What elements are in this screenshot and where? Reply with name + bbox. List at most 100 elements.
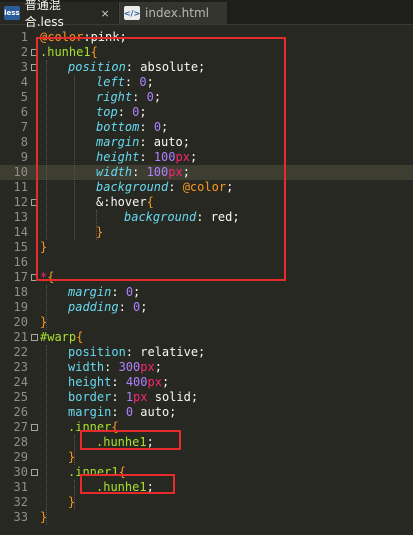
- code-line[interactable]: 11 background: @color;: [0, 180, 413, 195]
- code-token: right: [96, 90, 133, 104]
- code-line[interactable]: 2 .hunhe1{: [0, 45, 413, 60]
- fold-toggle-icon[interactable]: [30, 49, 38, 56]
- code-line[interactable]: 32}: [0, 495, 413, 510]
- code-token: ;: [140, 300, 148, 314]
- code-line[interactable]: 16: [0, 255, 413, 270]
- line-code: *{: [40, 270, 54, 285]
- line-code: .inner{: [40, 420, 119, 435]
- line-number: 17: [13, 270, 28, 284]
- code-token: : red;: [196, 210, 240, 224]
- code-line[interactable]: 9 height: 100px;: [0, 150, 413, 165]
- fold-gutter: [28, 274, 40, 281]
- code-line[interactable]: 6 top: 0;: [0, 105, 413, 120]
- line-code: border: 1px solid;: [40, 390, 198, 405]
- fold-toggle-icon[interactable]: [30, 424, 38, 431]
- code-line[interactable]: 33}: [0, 510, 413, 525]
- code-token: {: [146, 195, 154, 209]
- code-line[interactable]: 14}: [0, 225, 413, 240]
- code-line[interactable]: 28 .hunhe1;: [0, 435, 413, 450]
- code-line[interactable]: 24 height: 400px;: [0, 375, 413, 390]
- line-code: width: 100px;: [40, 165, 190, 180]
- code-line[interactable]: 19 padding: 0;: [0, 300, 413, 315]
- line-number: 16: [13, 255, 28, 269]
- code-line[interactable]: 22 position: relative;: [0, 345, 413, 360]
- line-number: 24: [13, 375, 28, 389]
- code-token: position: [68, 345, 126, 359]
- code-line[interactable]: 21 #warp{: [0, 330, 413, 345]
- code-token: .hunhe1: [96, 435, 147, 449]
- line-number: 25: [13, 390, 28, 404]
- code-line[interactable]: 20}: [0, 315, 413, 330]
- tab-index-html[interactable]: </> index.html: [119, 2, 227, 24]
- code-line[interactable]: 3 position: absolute;: [0, 60, 413, 75]
- code-token: bottom: [96, 120, 140, 134]
- code-editor[interactable]: 1 @color:pink; 2 .hunhe1{3 position: absolut…: [0, 26, 413, 535]
- fold-toggle-icon[interactable]: [30, 469, 38, 476]
- code-line[interactable]: 13 background: red;: [0, 210, 413, 225]
- code-line[interactable]: 8 margin: auto;: [0, 135, 413, 150]
- tab-less-file[interactable]: less 普通混合.less ×: [0, 0, 118, 29]
- code-line[interactable]: 17 *{: [0, 270, 413, 285]
- code-token: : auto;: [139, 135, 190, 149]
- close-icon[interactable]: ×: [98, 6, 112, 20]
- code-line[interactable]: 10 width: 100px;: [0, 165, 413, 180]
- line-code: position: relative;: [40, 345, 205, 360]
- code-token: margin: [68, 405, 112, 419]
- code-token: :: [111, 285, 126, 299]
- line-code: #warp{: [40, 330, 83, 345]
- code-token: width: [96, 165, 133, 179]
- line-number: 1: [20, 30, 28, 44]
- code-line[interactable]: 29}: [0, 450, 413, 465]
- line-number: 11: [13, 180, 28, 194]
- code-token: :: [132, 165, 147, 179]
- line-code: .inner1{: [40, 465, 126, 480]
- code-line[interactable]: 7 bottom: 0;: [0, 120, 413, 135]
- line-code: bottom: 0;: [40, 120, 168, 135]
- tab-bar: less 普通混合.less × </> index.html: [0, 0, 413, 29]
- code-token: {: [90, 45, 98, 59]
- line-number: 12: [13, 195, 28, 209]
- indent-guide: [74, 435, 75, 465]
- code-line[interactable]: 1 @color:pink;: [0, 30, 413, 45]
- line-code: padding: 0;: [40, 300, 148, 315]
- fold-toggle-icon[interactable]: [30, 334, 38, 341]
- code-line[interactable]: 27 .inner{: [0, 420, 413, 435]
- code-line[interactable]: 30 .inner1{: [0, 465, 413, 480]
- line-number: 19: [13, 300, 28, 314]
- code-token: padding: [68, 300, 119, 314]
- line-code: position: absolute;: [40, 60, 205, 75]
- line-number: 2: [20, 45, 28, 59]
- fold-toggle-icon[interactable]: [30, 64, 38, 71]
- code-token: :: [139, 120, 154, 134]
- fold-toggle-icon[interactable]: [30, 199, 38, 206]
- code-line[interactable]: 25 border: 1px solid;: [0, 390, 413, 405]
- code-token: :: [168, 180, 183, 194]
- code-line[interactable]: 4 left: 0;: [0, 75, 413, 90]
- line-number: 9: [20, 150, 28, 164]
- code-line[interactable]: 12 &:hover{: [0, 195, 413, 210]
- code-token: :: [132, 90, 147, 104]
- code-token: border: [68, 390, 112, 404]
- line-code: margin: 0;: [40, 285, 140, 300]
- code-token: : relative;: [125, 345, 206, 359]
- code-line[interactable]: 18 margin: 0;: [0, 285, 413, 300]
- fold-toggle-icon[interactable]: [30, 274, 38, 281]
- code-token: :: [124, 75, 140, 89]
- code-token: left: [96, 75, 125, 89]
- code-line[interactable]: 15}: [0, 240, 413, 255]
- fold-gutter: [28, 334, 40, 341]
- indent-guide: [46, 285, 47, 330]
- code-token: ;: [146, 75, 154, 89]
- line-code: height: 400px;: [40, 375, 169, 390]
- code-token: .hunhe1: [96, 480, 147, 494]
- code-token: px: [133, 390, 148, 404]
- code-line[interactable]: 31 .hunhe1;: [0, 480, 413, 495]
- code-token: solid;: [147, 390, 199, 404]
- code-line[interactable]: 5 right: 0;: [0, 90, 413, 105]
- code-line[interactable]: 26 margin: 0 auto;: [0, 405, 413, 420]
- indent-guide: [46, 60, 47, 240]
- code-token: px: [147, 375, 162, 389]
- line-code: .hunhe1;: [40, 435, 154, 450]
- code-token: ;: [226, 180, 234, 194]
- code-line[interactable]: 23 width: 300px;: [0, 360, 413, 375]
